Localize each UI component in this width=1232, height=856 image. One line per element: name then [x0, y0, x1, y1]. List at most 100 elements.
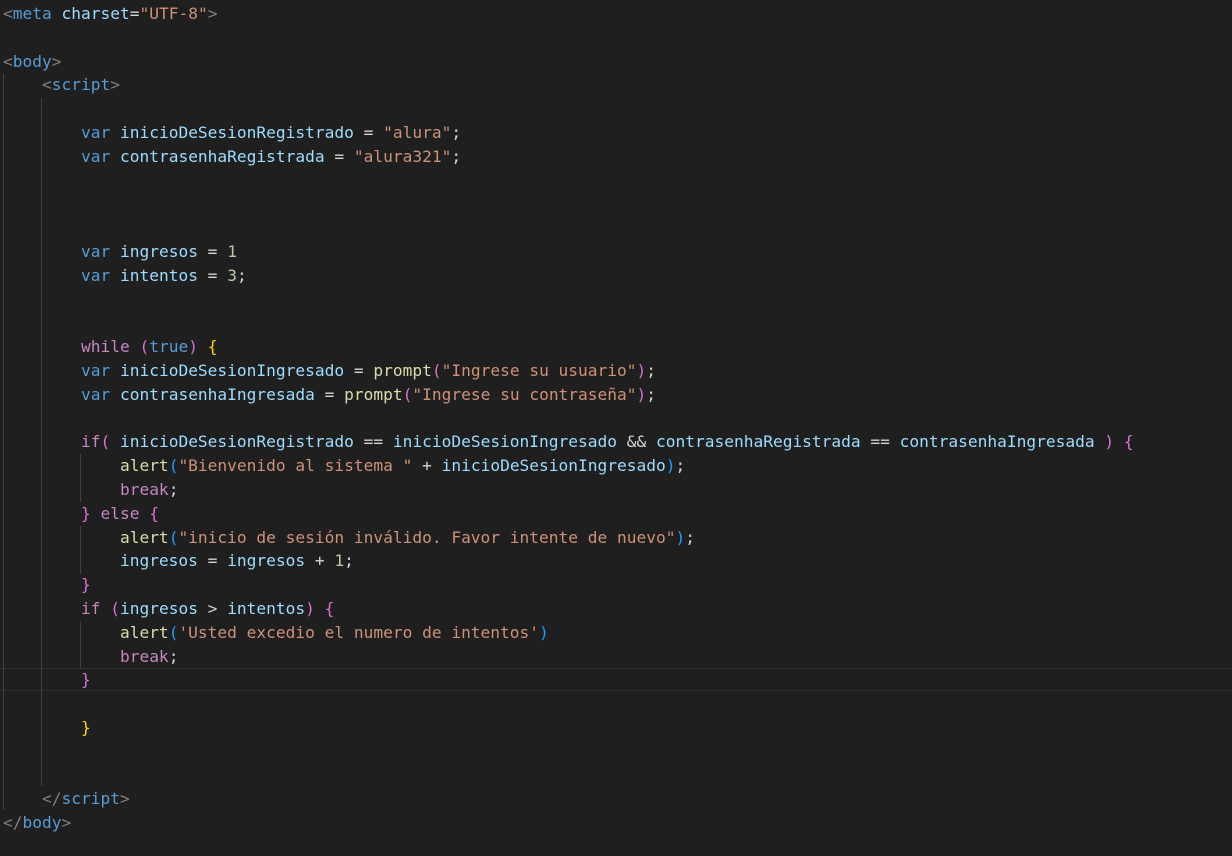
code-line[interactable]: var ingresos = 1 [3, 240, 237, 264]
code-token: true [149, 337, 189, 357]
code-line[interactable]: if( inicioDeSesionRegistrado == inicioDe… [3, 430, 1134, 454]
code-line[interactable]: ingresos = ingresos + 1; [3, 549, 354, 573]
code-line[interactable]: } [3, 716, 91, 740]
code-token: > [61, 813, 72, 833]
code-token: ( [139, 337, 150, 357]
code-token: var [80, 361, 111, 380]
code-token: ; [451, 146, 462, 166]
code-line[interactable]: var contrasenhaIngresada = prompt("Ingre… [3, 383, 656, 407]
code-token: ) [665, 456, 676, 476]
code-token: "Ingrese su contraseña" [412, 384, 637, 404]
code-token: alert [119, 527, 169, 547]
code-token: 'Usted excedio el numero de intentos' [178, 622, 540, 642]
code-line[interactable]: } else { [3, 502, 159, 526]
code-token: contrasenhaRegistrada [656, 432, 861, 452]
code-line[interactable]: } [3, 573, 91, 597]
code-token: ) [636, 384, 647, 404]
code-line[interactable]: var inicioDeSesionRegistrado = "alura"; [3, 121, 461, 145]
code-line[interactable]: break; [3, 478, 178, 502]
code-token: </ [3, 813, 23, 833]
code-token: body [12, 51, 52, 71]
code-token: } [80, 575, 91, 595]
code-token: var [80, 123, 111, 142]
code-token: = [197, 551, 228, 571]
code-token: ; [646, 361, 657, 380]
code-token: ) [1104, 432, 1115, 452]
code-token: ) [188, 337, 198, 357]
code-token: script [61, 789, 120, 809]
code-token: ( [431, 361, 442, 380]
code-line[interactable]: while (true) { [3, 335, 217, 359]
code-token: } [80, 718, 91, 737]
code-editor[interactable]: <meta charset="UTF-8"> <body> <script> va… [0, 0, 1232, 856]
code-token: var [80, 265, 111, 285]
code-token: ingresos [227, 551, 306, 571]
code-line[interactable]: <script> [3, 73, 120, 97]
code-token: break [119, 480, 169, 499]
code-token: ; [646, 384, 657, 404]
code-token: { [207, 337, 218, 357]
code-line[interactable]: var inicioDeSesionIngresado = prompt("In… [3, 359, 656, 383]
code-token: ) [636, 361, 647, 380]
code-token: ( [100, 432, 111, 452]
code-token: == [860, 432, 900, 452]
code-line[interactable]: alert("Bienvenido al sistema " + inicioD… [3, 454, 685, 478]
code-line[interactable]: </body> [3, 811, 71, 835]
code-line[interactable]: alert("inicio de sesión inválido. Favor … [3, 526, 695, 550]
code-line[interactable]: } [3, 668, 91, 692]
code-token: && [617, 432, 656, 452]
code-token: { [1123, 432, 1134, 452]
code-token: = [197, 242, 228, 261]
code-line[interactable]: break; [3, 645, 178, 669]
code-line[interactable]: </script> [3, 787, 130, 811]
code-token: "Bienvenido al sistema " [178, 456, 413, 476]
code-line[interactable]: if (ingresos > intentos) { [3, 597, 334, 621]
code-token: inicioDeSesionRegistrado [119, 432, 354, 452]
code-token: ( [110, 599, 120, 618]
code-line[interactable]: var contrasenhaRegistrada = "alura321"; [3, 145, 461, 169]
code-line[interactable]: alert('Usted excedio el numero de intent… [3, 621, 549, 645]
code-token: if [80, 599, 101, 618]
code-token: ) [675, 527, 686, 547]
code-token: < [3, 51, 13, 71]
code-token: intentos [227, 599, 306, 618]
code-token: var [80, 146, 111, 166]
code-token: contrasenhaIngresada [119, 384, 315, 404]
code-token: inicioDeSesionRegistrado [119, 123, 354, 142]
code-line[interactable]: var intentos = 3; [3, 264, 247, 288]
code-line[interactable]: <body> [3, 50, 61, 74]
code-token: else [100, 503, 140, 523]
code-token: ; [451, 123, 462, 142]
code-token: contrasenhaRegistrada [119, 146, 325, 166]
code-token: + [412, 456, 442, 476]
code-token: < [41, 75, 52, 95]
code-token: "alura" [383, 123, 452, 142]
code-token: charset [61, 4, 130, 23]
code-token: intentos [119, 265, 198, 285]
code-line[interactable]: <meta charset="UTF-8"> [3, 2, 217, 26]
code-token: > [207, 4, 218, 23]
